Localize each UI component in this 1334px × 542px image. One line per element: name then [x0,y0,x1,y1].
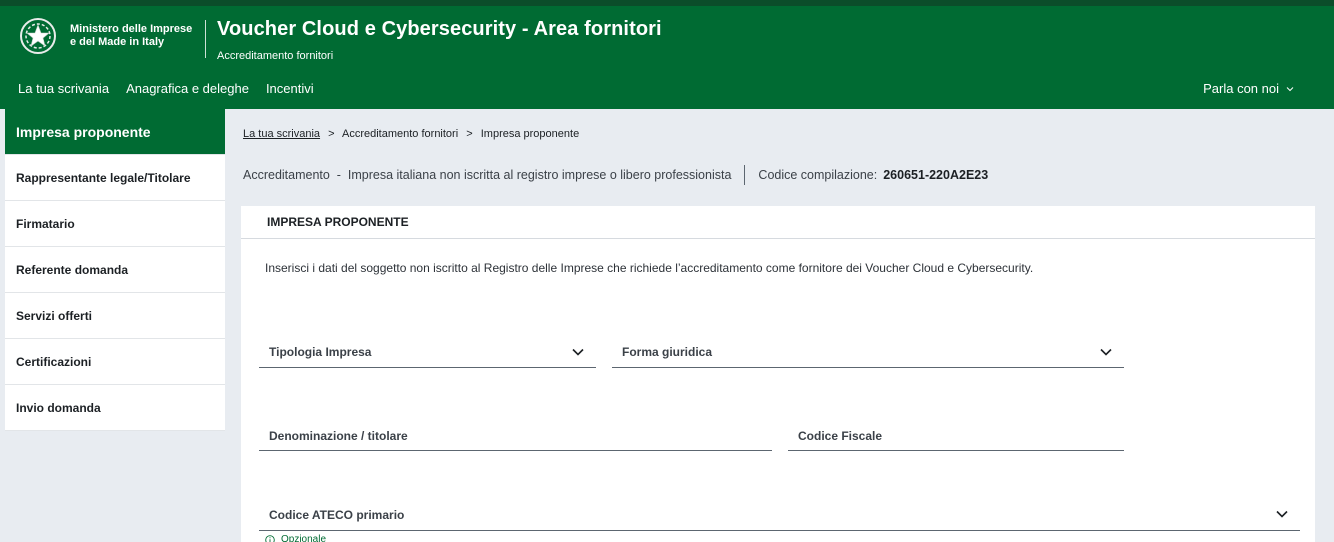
nav-la-tua-scrivania[interactable]: La tua scrivania [18,81,109,96]
code-value: 260651-220A2E23 [883,168,989,182]
sidebar-item-certificazioni[interactable]: Certificazioni [5,339,225,385]
nav-incentivi[interactable]: Incentivi [266,81,314,96]
breadcrumb-separator: > [466,128,473,140]
app-title: Voucher Cloud e Cybersecurity - Area for… [217,18,662,40]
info-divider [744,165,746,185]
ministry-line-1: Ministero delle Imprese [70,23,193,35]
chevron-down-icon [1100,348,1112,356]
tipologia-impresa-label: Tipologia Impresa [269,345,372,359]
codice-ateco-select[interactable]: Codice ATECO primario [259,502,1300,531]
italian-emblem-icon [20,18,56,54]
sidebar-item-firmatario[interactable]: Firmatario [5,201,225,247]
ministry-brand[interactable]: Ministero delle Imprese e del Made in It… [18,16,192,56]
panel-title: IMPRESA PROPONENTE [241,206,1315,239]
codice-fiscale-label: Codice Fiscale [798,429,883,443]
sidebar-item-invio-domanda[interactable]: Invio domanda [5,385,225,431]
nav-anagrafica-deleghe[interactable]: Anagrafica e deleghe [126,81,249,96]
ministry-name: Ministero delle Imprese e del Made in It… [70,23,192,49]
app-header: Ministero delle Imprese e del Made in It… [0,0,1334,109]
impresa-proponente-panel: IMPRESA PROPONENTE Inserisci i dati del … [241,206,1315,542]
breadcrumb-separator: > [328,128,335,140]
chat-menu-button[interactable]: Parla con noi [1203,81,1294,96]
chat-label: Parla con noi [1203,81,1279,96]
codice-ateco-label: Codice ATECO primario [269,508,405,522]
denominazione-label: Denominazione / titolare [269,429,408,443]
codice-fiscale-input[interactable]: Codice Fiscale [788,420,1124,451]
breadcrumb-current: Impresa proponente [480,128,580,140]
ateco-optional-hint: Opzionale [265,534,326,542]
chevron-down-icon [1276,510,1288,518]
forma-giuridica-select[interactable]: Forma giuridica [612,336,1124,368]
header-top-strip [0,0,1334,6]
top-navigation: La tua scrivania Anagrafica e deleghe In… [18,81,331,96]
breadcrumb: La tua scrivania > Accreditamento fornit… [243,128,579,140]
breadcrumb-home-link[interactable]: La tua scrivania [243,128,320,140]
code-label: Codice compilazione: [758,168,878,182]
accreditation-type: Accreditamento - Impresa italiana non is… [243,168,732,182]
tipologia-impresa-select[interactable]: Tipologia Impresa [259,336,596,368]
sidebar-item-impresa-proponente[interactable]: Impresa proponente [5,109,225,155]
sidebar-item-rappresentante-legale[interactable]: Rappresentante legale/Titolare [5,155,225,201]
ministry-line-2: e del Made in Italy [70,36,165,48]
app-subtitle: Accreditamento fornitori [217,50,334,62]
forma-giuridica-label: Forma giuridica [622,345,713,359]
sidebar-item-referente-domanda[interactable]: Referente domanda [5,247,225,293]
info-icon [265,534,275,542]
chevron-down-icon [1286,86,1294,91]
panel-intro-text: Inserisci i dati del soggetto non iscrit… [265,261,1034,275]
accreditation-info: Accreditamento - Impresa italiana non is… [243,165,988,185]
chevron-down-icon [572,348,584,356]
optional-label: Opzionale [281,534,327,542]
header-divider [205,20,206,58]
breadcrumb-level-2: Accreditamento fornitori [342,128,459,140]
sidebar-item-servizi-offerti[interactable]: Servizi offerti [5,293,225,339]
sidebar: Impresa proponente Rappresentante legale… [5,109,225,431]
denominazione-input[interactable]: Denominazione / titolare [259,420,772,451]
